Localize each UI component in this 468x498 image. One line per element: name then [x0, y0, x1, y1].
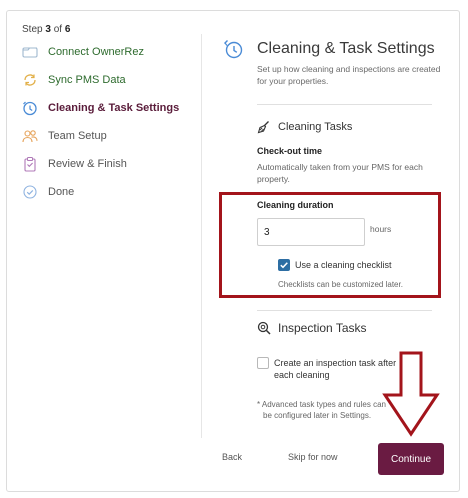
back-button[interactable]: Back — [222, 452, 242, 462]
page-title: Cleaning & Task Settings — [257, 40, 435, 57]
step-counter: Step 3 of 6 — [22, 24, 71, 35]
step-label: Review & Finish — [48, 158, 127, 170]
inspection-option-line2: each cleaning — [274, 370, 330, 380]
clipboard-icon — [22, 156, 38, 172]
inspection-section-heading: Inspection Tasks — [257, 321, 367, 335]
cleaning-heading-text: Cleaning Tasks — [278, 121, 353, 133]
checkbox-unchecked[interactable] — [257, 357, 269, 369]
step-item-team-setup[interactable]: Team Setup — [22, 126, 202, 146]
step-item-connect-ownerrez[interactable]: Connect OwnerRez — [22, 42, 202, 62]
step-item-sync-pms-data[interactable]: Sync PMS Data — [22, 70, 202, 90]
down-arrow-annotation — [381, 351, 441, 442]
clock-icon — [22, 100, 38, 116]
check-circle-icon — [22, 184, 38, 200]
section-divider — [257, 310, 432, 311]
sync-icon — [22, 72, 38, 88]
note-line2: be configured later in Settings. — [263, 411, 372, 420]
step-label: Team Setup — [48, 130, 107, 142]
clock-icon — [222, 38, 244, 65]
step-item-cleaning-task-settings[interactable]: Cleaning & Task Settings — [22, 98, 202, 118]
column-divider — [201, 34, 202, 438]
step-label: Sync PMS Data — [48, 74, 126, 86]
step-label: Connect OwnerRez — [48, 46, 144, 58]
checkout-time-help: Automatically taken from your PMS for ea… — [257, 162, 423, 184]
cleaning-section-heading: Cleaning Tasks — [257, 120, 352, 134]
page-subtitle: Set up how cleaning and inspections are … — [257, 64, 441, 86]
link-icon — [22, 44, 38, 60]
magnifier-icon — [257, 321, 271, 335]
advanced-settings-note: * Advanced task types and rules can be c… — [257, 399, 386, 421]
section-divider — [257, 104, 432, 105]
inspection-heading-text: Inspection Tasks — [278, 321, 367, 335]
note-line1: * Advanced task types and rules can — [257, 400, 386, 409]
checkbox-label: Create an inspection task after each cle… — [274, 357, 396, 381]
step-item-done[interactable]: Done — [22, 182, 202, 202]
skip-button[interactable]: Skip for now — [288, 452, 338, 462]
broom-icon — [257, 121, 269, 134]
continue-button[interactable]: Continue — [378, 443, 444, 475]
highlight-box — [219, 192, 441, 298]
inspection-task-checkbox[interactable]: Create an inspection task after each cle… — [257, 357, 396, 381]
step-label: Done — [48, 186, 75, 198]
step-label: Cleaning & Task Settings — [48, 102, 180, 114]
checkout-time-label: Check-out time — [257, 146, 323, 156]
team-icon — [22, 128, 38, 144]
step-item-review-finish[interactable]: Review & Finish — [22, 154, 202, 174]
inspection-option-line1: Create an inspection task after — [274, 358, 397, 368]
